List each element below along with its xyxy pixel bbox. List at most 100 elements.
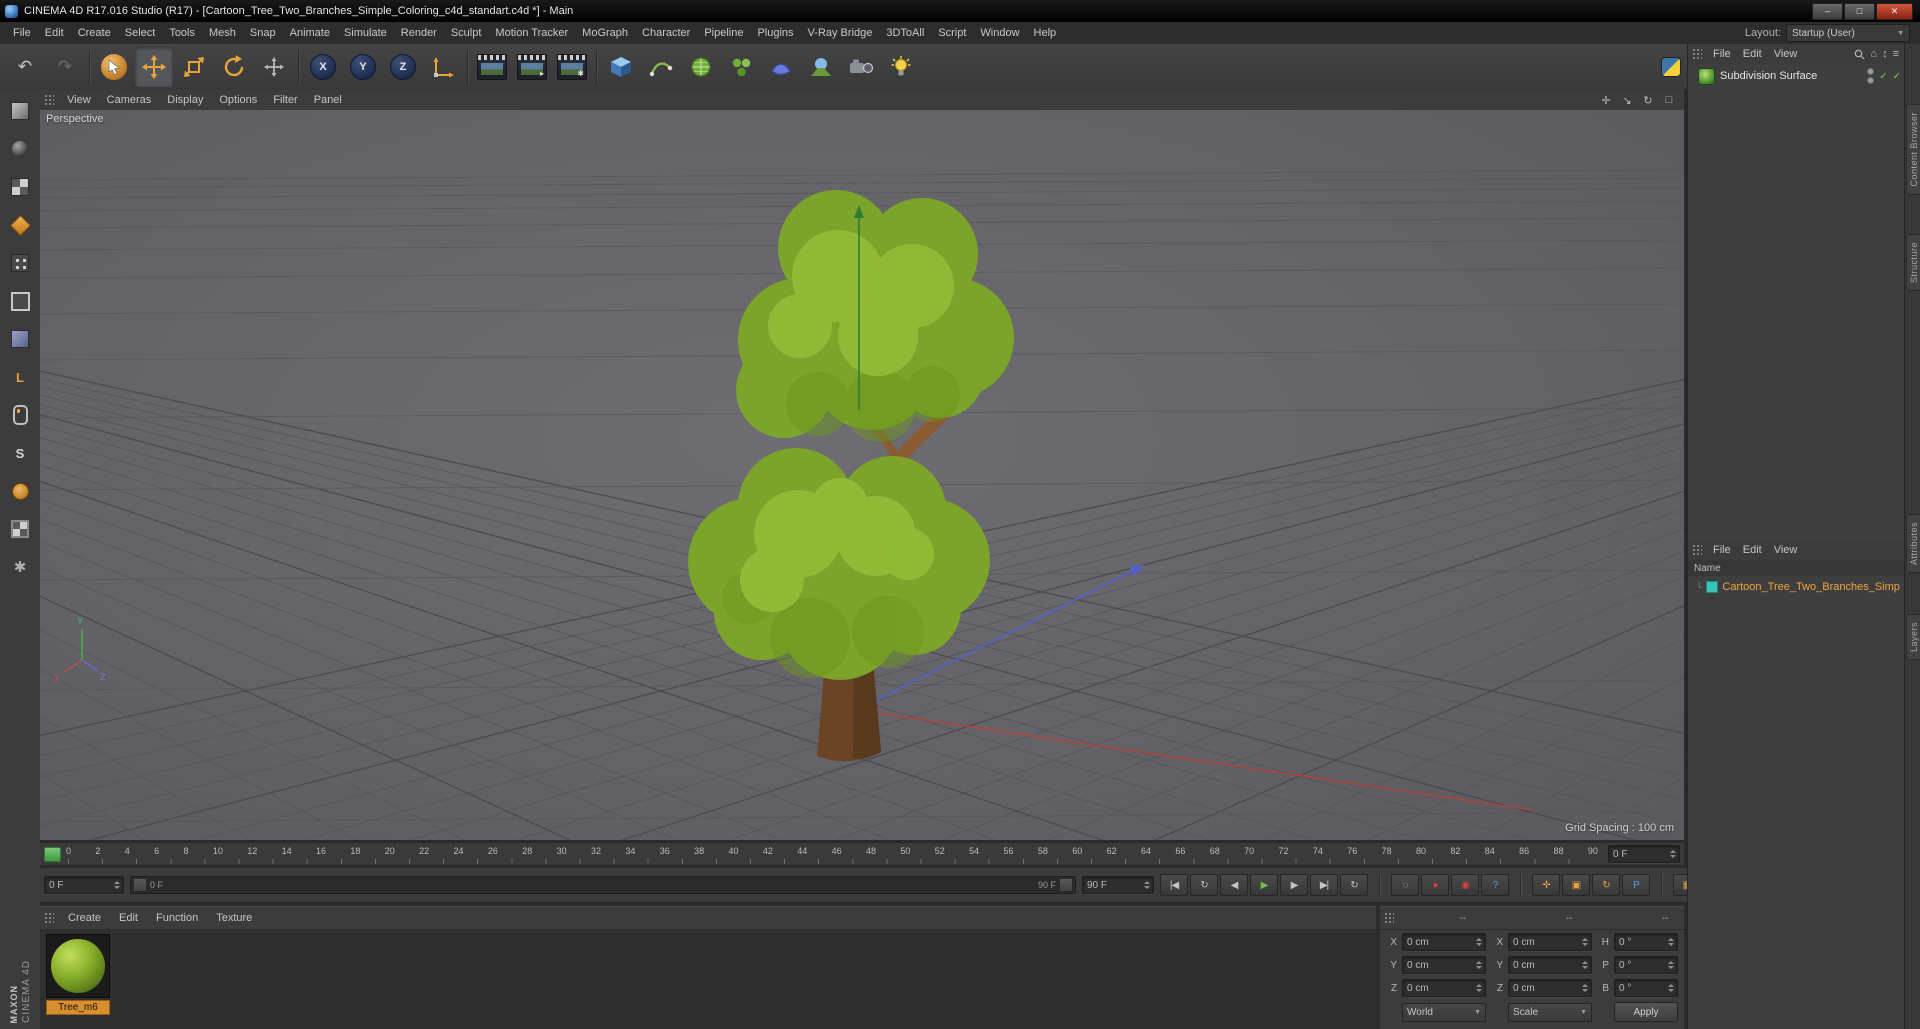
tab-content-browser[interactable]: Content Browser [1906, 104, 1920, 195]
panel-grip[interactable] [44, 94, 54, 106]
menu-item[interactable]: Edit [38, 23, 71, 44]
viewport-canvas[interactable]: Y X Z [40, 110, 1684, 840]
material-item[interactable]: Tree_m6 [46, 934, 110, 1015]
model-mode-button[interactable] [4, 133, 36, 165]
viewport-menu-item[interactable]: Filter [265, 94, 305, 106]
object-name[interactable]: Subdivision Surface [1720, 70, 1862, 82]
material-menu-item[interactable]: Edit [110, 912, 147, 924]
snap-button[interactable]: S [4, 437, 36, 469]
record-position-button[interactable]: ✛ [1532, 874, 1560, 896]
search-icon[interactable] [1854, 49, 1865, 60]
visibility-toggles[interactable] [1867, 68, 1875, 84]
menu-item[interactable]: Simulate [337, 23, 394, 44]
range-end-handle[interactable] [1059, 878, 1073, 892]
timeline-range-slider[interactable]: 0 F 90 F [130, 876, 1076, 894]
record-button[interactable]: ● [1421, 874, 1449, 896]
axis-workplane-button[interactable]: L [4, 361, 36, 393]
menu-item[interactable]: Character [635, 23, 697, 44]
script-gear-button[interactable]: ✱ [4, 551, 36, 583]
toggle-view-icon[interactable]: □ [1660, 92, 1678, 108]
menu-item[interactable]: File [6, 23, 38, 44]
goto-end-button[interactable]: ▶| [1310, 874, 1338, 896]
z-axis-lock-button[interactable]: Z [384, 47, 422, 87]
sort-icon[interactable]: ↕ [1882, 48, 1888, 60]
material-thumbnail[interactable] [46, 934, 110, 998]
menu-item[interactable]: Create [71, 23, 118, 44]
scale-tool-button[interactable] [175, 47, 213, 87]
menu-item[interactable]: Animate [283, 23, 337, 44]
menu-item[interactable]: Window [973, 23, 1026, 44]
undo-button[interactable]: ↶ [6, 47, 44, 87]
playhead[interactable] [44, 847, 61, 862]
viewport-solo-button[interactable] [4, 399, 36, 431]
stepper-icon[interactable] [1667, 961, 1675, 969]
spline-pen-button[interactable] [642, 47, 680, 87]
render-picture-viewer-button[interactable]: ▸ [513, 47, 551, 87]
scene-item-name[interactable]: Cartoon_Tree_Two_Branches_Simp [1722, 581, 1900, 593]
object-manager-menu-item[interactable]: View [1768, 48, 1804, 60]
editor-visibility-dot[interactable] [1867, 68, 1875, 75]
goto-start-button[interactable]: |◀ [1160, 874, 1188, 896]
menu-icon[interactable]: ≡ [1893, 48, 1899, 60]
object-row[interactable]: Subdivision Surface ✓ ✓ [1688, 64, 1905, 85]
panel-grip[interactable] [44, 912, 54, 924]
tab-structure[interactable]: Structure [1906, 234, 1920, 292]
render-view-button[interactable] [473, 47, 511, 87]
rotation-field[interactable]: 0 ° [1614, 956, 1678, 974]
size-field[interactable]: 0 cm [1508, 933, 1592, 951]
generators-button[interactable] [682, 47, 720, 87]
menu-item[interactable]: MoGraph [575, 23, 635, 44]
pan-view-icon[interactable]: ✛ [1597, 92, 1615, 108]
maximize-button[interactable]: □ [1844, 2, 1875, 20]
menu-item[interactable]: Sculpt [444, 23, 489, 44]
size-field[interactable]: 0 cm [1508, 956, 1592, 974]
menu-item[interactable]: Render [394, 23, 444, 44]
stepper-icon[interactable] [1581, 984, 1589, 992]
end-frame-field[interactable]: 90 F [1082, 876, 1154, 894]
play-button[interactable]: ▶ [1250, 874, 1278, 896]
axis-mode-button[interactable] [4, 475, 36, 507]
panel-grip[interactable] [1384, 912, 1394, 924]
viewport-menu-item[interactable]: Panel [306, 94, 350, 106]
redo-button[interactable]: ↷ [46, 47, 84, 87]
scene-panel-menu-item[interactable]: View [1768, 544, 1804, 556]
size-field[interactable]: 0 cm [1508, 979, 1592, 997]
close-button[interactable]: ✕ [1876, 2, 1913, 20]
scene-panel-menu-item[interactable]: File [1707, 544, 1737, 556]
minimize-button[interactable]: – [1812, 2, 1843, 20]
last-tool-button[interactable] [255, 47, 293, 87]
tab-layers[interactable]: Layers [1906, 614, 1920, 661]
menu-item[interactable]: Mesh [202, 23, 243, 44]
viewport-menu-item[interactable]: Cameras [99, 94, 160, 106]
move-tool-button[interactable] [135, 47, 173, 87]
stepper-icon[interactable] [1667, 984, 1675, 992]
live-selection-button[interactable] [95, 47, 133, 87]
name-column-header[interactable]: Name [1688, 560, 1905, 577]
stepper-icon[interactable] [113, 881, 121, 889]
current-frame-field[interactable]: 0 F [44, 876, 124, 894]
rotate-tool-button[interactable] [215, 47, 253, 87]
menu-item[interactable]: Motion Tracker [488, 23, 575, 44]
tree-model[interactable] [688, 190, 1014, 762]
panel-grip[interactable] [1692, 48, 1702, 60]
coordinate-system-button[interactable] [424, 47, 462, 87]
environment-button[interactable] [802, 47, 840, 87]
viewport-menu-item[interactable]: Display [159, 94, 211, 106]
points-mode-button[interactable] [4, 247, 36, 279]
position-space-select[interactable]: World ▼ [1402, 1002, 1486, 1022]
menu-item[interactable]: Select [118, 23, 163, 44]
polygons-mode-button[interactable] [4, 323, 36, 355]
layout-select[interactable]: Startup (User) ▼ [1786, 24, 1910, 42]
camera-label[interactable]: Perspective [46, 113, 103, 125]
material-menu-item[interactable]: Create [59, 912, 110, 924]
rotation-field[interactable]: 0 ° [1614, 979, 1678, 997]
stepper-icon[interactable] [1581, 961, 1589, 969]
menu-item[interactable]: V-Ray Bridge [801, 23, 880, 44]
render-settings-button[interactable]: ✱ [553, 47, 591, 87]
apply-button[interactable]: Apply [1614, 1002, 1678, 1022]
rotate-view-icon[interactable]: ↻ [1639, 92, 1657, 108]
primitive-cube-button[interactable] [602, 47, 640, 87]
material-name[interactable]: Tree_m6 [46, 1000, 110, 1015]
viewport[interactable]: Y X Z Perspective Grid Spacing : 100 cm [40, 110, 1684, 840]
menu-item[interactable]: Script [931, 23, 973, 44]
